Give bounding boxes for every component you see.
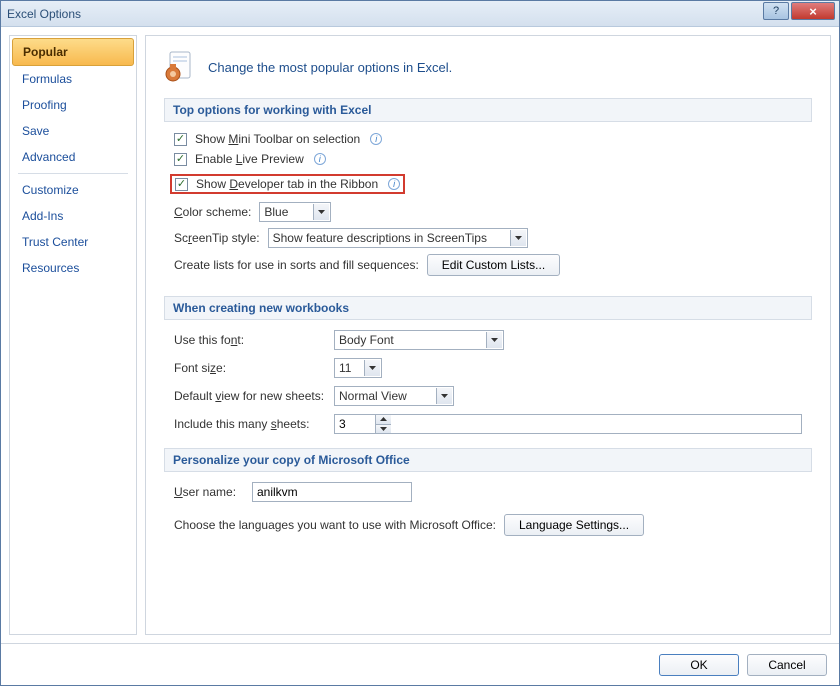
close-button[interactable]: × bbox=[791, 2, 835, 20]
language-settings-button[interactable]: Language Settings... bbox=[504, 514, 644, 536]
checkbox-live-preview[interactable] bbox=[174, 153, 187, 166]
section-title-top-options: Top options for working with Excel bbox=[164, 98, 812, 122]
label-font: Use this font: bbox=[174, 333, 334, 347]
label-user-name: User name: bbox=[174, 485, 244, 499]
spinner-sheets[interactable] bbox=[334, 414, 802, 434]
ok-button[interactable]: OK bbox=[659, 654, 739, 676]
checkbox-mini-toolbar[interactable] bbox=[174, 133, 187, 146]
sidebar-divider bbox=[18, 173, 128, 174]
label-screentip: ScreenTip style: bbox=[174, 231, 260, 245]
label-mini-toolbar: Show Mini Toolbar on selection bbox=[195, 132, 360, 146]
dropdown-color-scheme[interactable]: Blue bbox=[259, 202, 331, 222]
chevron-down-icon bbox=[510, 230, 526, 246]
window-title: Excel Options bbox=[7, 7, 81, 21]
page-header-text: Change the most popular options in Excel… bbox=[208, 60, 452, 75]
spinner-up-icon[interactable] bbox=[376, 415, 391, 425]
sidebar-item-customize[interactable]: Customize bbox=[12, 177, 134, 203]
info-icon[interactable] bbox=[388, 178, 400, 190]
dropdown-value: Blue bbox=[264, 205, 288, 219]
sidebar: Popular Formulas Proofing Save Advanced … bbox=[9, 35, 137, 635]
label-languages: Choose the languages you want to use wit… bbox=[174, 518, 496, 532]
section-title-new-workbooks: When creating new workbooks bbox=[164, 296, 812, 320]
settings-icon bbox=[164, 50, 196, 84]
spinner-value[interactable] bbox=[335, 415, 375, 433]
section-title-personalize: Personalize your copy of Microsoft Offic… bbox=[164, 448, 812, 472]
cancel-button[interactable]: Cancel bbox=[747, 654, 827, 676]
help-button[interactable]: ? bbox=[763, 2, 789, 20]
dropdown-default-view[interactable]: Normal View bbox=[334, 386, 454, 406]
dropdown-font[interactable]: Body Font bbox=[334, 330, 504, 350]
edit-custom-lists-button[interactable]: Edit Custom Lists... bbox=[427, 254, 560, 276]
label-default-view: Default view for new sheets: bbox=[174, 389, 334, 403]
dropdown-value: Show feature descriptions in ScreenTips bbox=[273, 231, 487, 245]
sidebar-item-formulas[interactable]: Formulas bbox=[12, 66, 134, 92]
sidebar-item-addins[interactable]: Add-Ins bbox=[12, 203, 134, 229]
dropdown-value: 11 bbox=[339, 361, 351, 375]
label-color-scheme: Color scheme: bbox=[174, 205, 251, 219]
info-icon[interactable] bbox=[370, 133, 382, 145]
sidebar-item-advanced[interactable]: Advanced bbox=[12, 144, 134, 170]
spinner-down-icon[interactable] bbox=[376, 425, 391, 434]
label-font-size: Font size: bbox=[174, 361, 334, 375]
checkbox-developer-tab[interactable] bbox=[175, 178, 188, 191]
dialog-footer: OK Cancel bbox=[1, 643, 839, 685]
titlebar: Excel Options ? × bbox=[1, 1, 839, 27]
sidebar-item-save[interactable]: Save bbox=[12, 118, 134, 144]
dropdown-font-size[interactable]: 11 bbox=[334, 358, 382, 378]
main-panel: Change the most popular options in Excel… bbox=[145, 35, 831, 635]
sidebar-item-proofing[interactable]: Proofing bbox=[12, 92, 134, 118]
chevron-down-icon bbox=[313, 204, 329, 220]
dropdown-screentip[interactable]: Show feature descriptions in ScreenTips bbox=[268, 228, 528, 248]
label-live-preview: Enable Live Preview bbox=[195, 152, 304, 166]
chevron-down-icon bbox=[436, 388, 452, 404]
page-header: Change the most popular options in Excel… bbox=[164, 46, 812, 98]
dropdown-value: Body Font bbox=[339, 333, 394, 347]
sidebar-item-popular[interactable]: Popular bbox=[12, 38, 134, 66]
label-developer-tab: Show Developer tab in the Ribbon bbox=[196, 177, 378, 191]
excel-options-dialog: Excel Options ? × Popular Formulas Proof… bbox=[0, 0, 840, 686]
label-custom-lists: Create lists for use in sorts and fill s… bbox=[174, 258, 419, 272]
label-sheets-count: Include this many sheets: bbox=[174, 417, 334, 431]
dropdown-value: Normal View bbox=[339, 389, 407, 403]
chevron-down-icon bbox=[364, 360, 380, 376]
info-icon[interactable] bbox=[314, 153, 326, 165]
sidebar-item-resources[interactable]: Resources bbox=[12, 255, 134, 281]
input-user-name[interactable] bbox=[252, 482, 412, 502]
chevron-down-icon bbox=[486, 332, 502, 348]
highlighted-developer-option: Show Developer tab in the Ribbon bbox=[170, 174, 405, 194]
sidebar-item-trust-center[interactable]: Trust Center bbox=[12, 229, 134, 255]
